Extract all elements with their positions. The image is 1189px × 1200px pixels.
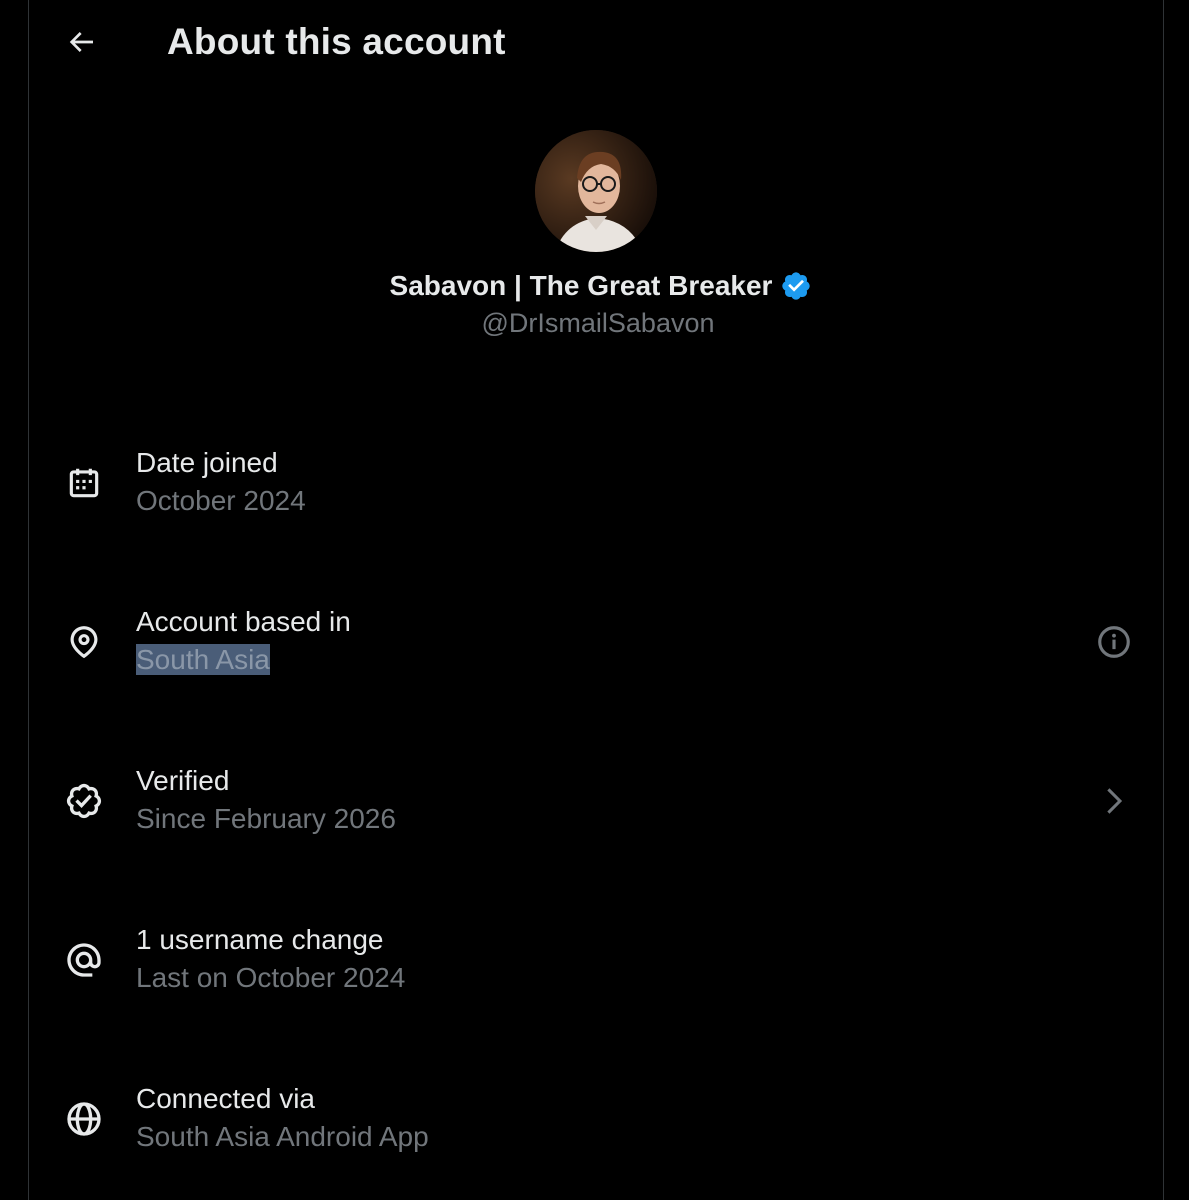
row-value: October 2024: [136, 485, 306, 516]
row-value: Since February 2026: [136, 803, 396, 834]
calendar-icon: [61, 460, 107, 506]
row-label: Verified: [136, 765, 230, 796]
date-joined-text: Date joined October 2024: [136, 444, 306, 520]
arrow-left-icon: [69, 32, 93, 52]
info-icon: [1098, 626, 1130, 658]
avatar-image: [535, 130, 657, 252]
chevron-right-icon: [1107, 788, 1123, 814]
row-label: Connected via: [136, 1083, 316, 1114]
globe-icon: [61, 1096, 107, 1142]
date-joined-row: Date joined October 2024: [29, 444, 1163, 554]
row-value: South Asia: [136, 641, 351, 679]
connected-via-row: Connected via South Asia Android App: [29, 1080, 1163, 1190]
verified-badge-icon: [780, 270, 812, 302]
verified-row[interactable]: Verified Since February 2026: [29, 762, 1163, 872]
display-name: Sabavon | The Great Breaker: [389, 270, 773, 301]
account-based-in-text: Account based in South Asia: [136, 603, 351, 679]
location-pin-icon: [61, 619, 107, 665]
at-sign-icon: [61, 937, 107, 983]
profile-summary: Sabavon | The Great Breaker @DrIsmailSab…: [29, 130, 1163, 339]
row-label: 1 username change: [136, 924, 384, 955]
chevron-right-button[interactable]: [1091, 778, 1137, 824]
back-button[interactable]: [57, 18, 105, 66]
username-change-text: 1 username change Last on October 2024: [136, 921, 405, 997]
row-value: South Asia Android App: [136, 1121, 429, 1152]
row-label: Account based in: [136, 606, 351, 637]
name-row: Sabavon | The Great Breaker: [39, 270, 1163, 302]
row-value: Last on October 2024: [136, 962, 406, 993]
handle: @DrIsmailSabavon: [481, 308, 715, 338]
connected-via-text: Connected via South Asia Android App: [136, 1080, 429, 1156]
about-account-panel: About this account Sabavon | The Great B…: [28, 0, 1164, 1200]
header: About this account: [29, 0, 1163, 86]
verified-text: Verified Since February 2026: [136, 762, 396, 838]
info-button[interactable]: [1091, 619, 1137, 665]
selected-text: South Asia: [136, 644, 270, 675]
username-change-row: 1 username change Last on October 2024: [29, 921, 1163, 1031]
row-label: Date joined: [136, 447, 278, 478]
verified-check-icon: [61, 778, 107, 824]
avatar[interactable]: [535, 130, 657, 252]
page-title: About this account: [167, 21, 506, 62]
account-based-in-row: Account based in South Asia: [29, 603, 1163, 713]
